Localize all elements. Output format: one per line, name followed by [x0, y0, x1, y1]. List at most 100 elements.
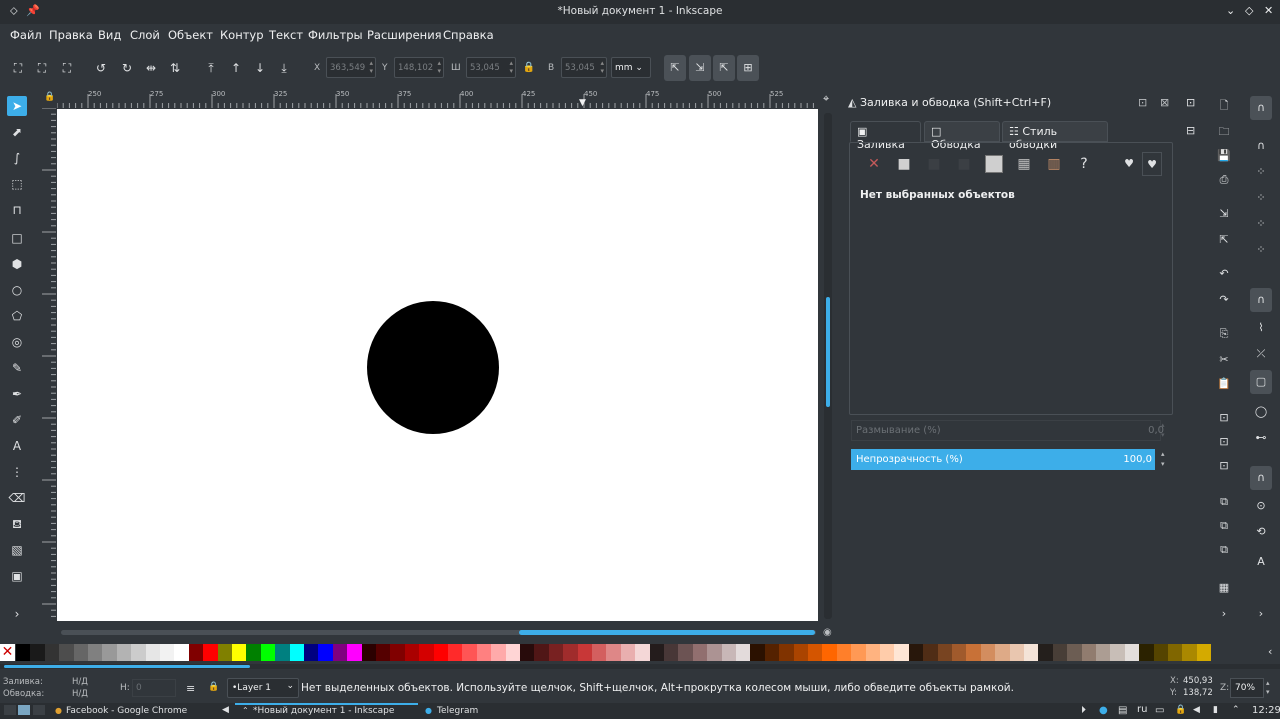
palette-swatch[interactable]: [808, 644, 823, 661]
palette-swatch[interactable]: [880, 644, 895, 661]
lower-icon[interactable]: ↓: [250, 58, 270, 78]
commands-more-icon[interactable]: ›: [1214, 604, 1234, 624]
node-tool-icon[interactable]: ⬈: [7, 122, 27, 142]
palette-swatch[interactable]: [145, 644, 160, 661]
palette-swatch[interactable]: [131, 644, 146, 661]
dock-side-icon-2[interactable]: ⊟: [1186, 124, 1195, 137]
dock-float-icon[interactable]: ⊡: [1138, 96, 1147, 109]
snap-path-icon[interactable]: ⌇: [1251, 318, 1271, 338]
snap-bbox-icon[interactable]: ∩: [1251, 136, 1271, 156]
palette-swatch[interactable]: [750, 644, 765, 661]
unlink-clone-icon[interactable]: ⧉: [1214, 540, 1234, 560]
menu-filters[interactable]: Фильтры: [308, 28, 363, 42]
text-tool-icon[interactable]: A: [7, 436, 27, 456]
zoom-drawing-icon[interactable]: ⊡: [1214, 432, 1234, 452]
palette-swatch[interactable]: [793, 644, 808, 661]
palette-swatch[interactable]: [1081, 644, 1096, 661]
palette-swatch[interactable]: [318, 644, 333, 661]
dropper-tool-icon[interactable]: ▣: [7, 566, 27, 586]
snap-cusp-icon[interactable]: ▢: [1250, 370, 1272, 394]
media-icon[interactable]: ⏵: [1081, 705, 1086, 716]
print-icon[interactable]: ⎙: [1214, 170, 1234, 190]
menu-help[interactable]: Справка: [443, 28, 494, 42]
undo-icon[interactable]: ↶: [1214, 264, 1234, 284]
desktop-3[interactable]: [33, 705, 45, 715]
menu-file[interactable]: Файл: [10, 28, 42, 42]
new-doc-icon[interactable]: 🗋: [1214, 96, 1234, 116]
measure-tool-icon[interactable]: ⊓: [7, 200, 27, 220]
snap-center-icon[interactable]: ⊙: [1251, 496, 1271, 516]
palette-swatch[interactable]: [1038, 644, 1053, 661]
volume-icon[interactable]: ◀: [1193, 705, 1200, 715]
dock-side-icon[interactable]: ⊡: [1186, 96, 1195, 109]
palette-swatch[interactable]: [966, 644, 981, 661]
y-field[interactable]: 148,102 ▴ ▾: [394, 57, 444, 78]
palette-swatch[interactable]: [1168, 644, 1183, 661]
toolbox-more-icon[interactable]: ›: [7, 604, 27, 624]
palette-swatch[interactable]: [289, 644, 304, 661]
3dbox-tool-icon[interactable]: ⬢: [7, 254, 27, 274]
task-chrome[interactable]: Facebook - Google Chrome: [66, 706, 187, 716]
lock-tray-icon[interactable]: 🔒: [1175, 705, 1186, 715]
snap-bbox-center-icon[interactable]: ⁘: [1251, 240, 1271, 260]
palette-swatch[interactable]: [332, 644, 348, 661]
palette-swatch[interactable]: [1139, 644, 1154, 661]
clone-icon[interactable]: ⧉: [1214, 516, 1234, 536]
rotate-canvas-icon[interactable]: ⌖: [823, 92, 829, 106]
fill-rule-evenodd-icon[interactable]: ♥: [1121, 156, 1137, 172]
palette-swatch[interactable]: [865, 644, 880, 661]
palette-swatch[interactable]: [1153, 644, 1168, 661]
palette-swatch[interactable]: [721, 644, 736, 661]
network-icon[interactable]: ▭: [1155, 705, 1164, 716]
palette-swatch[interactable]: [520, 644, 535, 661]
palette-swatch[interactable]: [246, 644, 261, 661]
palette-swatch[interactable]: [577, 644, 592, 661]
palette-swatch[interactable]: [462, 644, 477, 661]
palette-swatch[interactable]: [44, 644, 60, 661]
snap-smooth-icon[interactable]: ◯: [1251, 402, 1271, 422]
layer-select[interactable]: •Layer 1 ⌄: [227, 678, 299, 698]
palette-swatch[interactable]: [260, 644, 276, 661]
telegram-tray-icon[interactable]: ●: [1099, 705, 1108, 716]
tab-fill[interactable]: ▣ Заливка: [850, 121, 921, 151]
menu-view[interactable]: Вид: [98, 28, 121, 42]
zoom-spinner[interactable]: ▴ ▾: [1266, 679, 1270, 697]
snap-bbox-mid-icon[interactable]: ⁘: [1251, 214, 1271, 234]
horizontal-scroll-thumb[interactable]: [519, 630, 815, 635]
mesh-gradient-icon[interactable]: [985, 155, 1003, 173]
snap-intersection-icon[interactable]: ⤫: [1251, 344, 1271, 364]
zoom-page-icon[interactable]: ⊡: [1214, 456, 1234, 476]
palette-swatch[interactable]: [390, 644, 405, 661]
radial-gradient-icon[interactable]: ■: [956, 156, 972, 172]
task-inkscape[interactable]: *Новый документ 1 - Inkscape: [253, 706, 394, 716]
palette-swatch[interactable]: [851, 644, 866, 661]
palette-swatch[interactable]: [1196, 644, 1212, 661]
unset-paint-icon[interactable]: ?: [1076, 156, 1092, 172]
snap-others-icon[interactable]: ∩: [1250, 466, 1272, 490]
keyboard-layout[interactable]: ru: [1137, 704, 1147, 715]
palette-swatch[interactable]: [592, 644, 607, 661]
snap-midpoint-icon[interactable]: ⊷: [1251, 428, 1271, 448]
desktop-1[interactable]: [4, 705, 16, 715]
bucket-tool-icon[interactable]: ⛾: [7, 514, 27, 534]
palette-swatch[interactable]: [822, 644, 837, 661]
copy-icon[interactable]: ⎘: [1214, 324, 1234, 344]
no-paint-icon[interactable]: ✕: [866, 156, 882, 172]
rotate-ccw-icon[interactable]: ↺: [91, 58, 111, 78]
palette-swatch[interactable]: [894, 644, 909, 661]
palette-scroll-thumb[interactable]: [4, 665, 250, 668]
desktop-2[interactable]: [18, 705, 30, 715]
palette-swatch[interactable]: [116, 644, 132, 661]
maximize-icon[interactable]: ◇: [1245, 4, 1253, 17]
snap-more-icon[interactable]: ›: [1251, 604, 1271, 624]
menu-layer[interactable]: Слой: [130, 28, 160, 42]
palette-swatch[interactable]: [678, 644, 693, 661]
raise-to-top-icon[interactable]: ⤒: [201, 58, 221, 78]
blur-spinner[interactable]: ▴ ▾: [1161, 420, 1165, 440]
zoom-tool-icon[interactable]: ⬚: [7, 174, 27, 194]
palette-swatch[interactable]: [433, 644, 448, 661]
selector-tool-icon[interactable]: ➤: [7, 96, 27, 116]
task-telegram[interactable]: Telegram: [437, 706, 478, 716]
minimize-icon[interactable]: ⌄: [1226, 4, 1235, 17]
palette-swatch[interactable]: [1052, 644, 1068, 661]
